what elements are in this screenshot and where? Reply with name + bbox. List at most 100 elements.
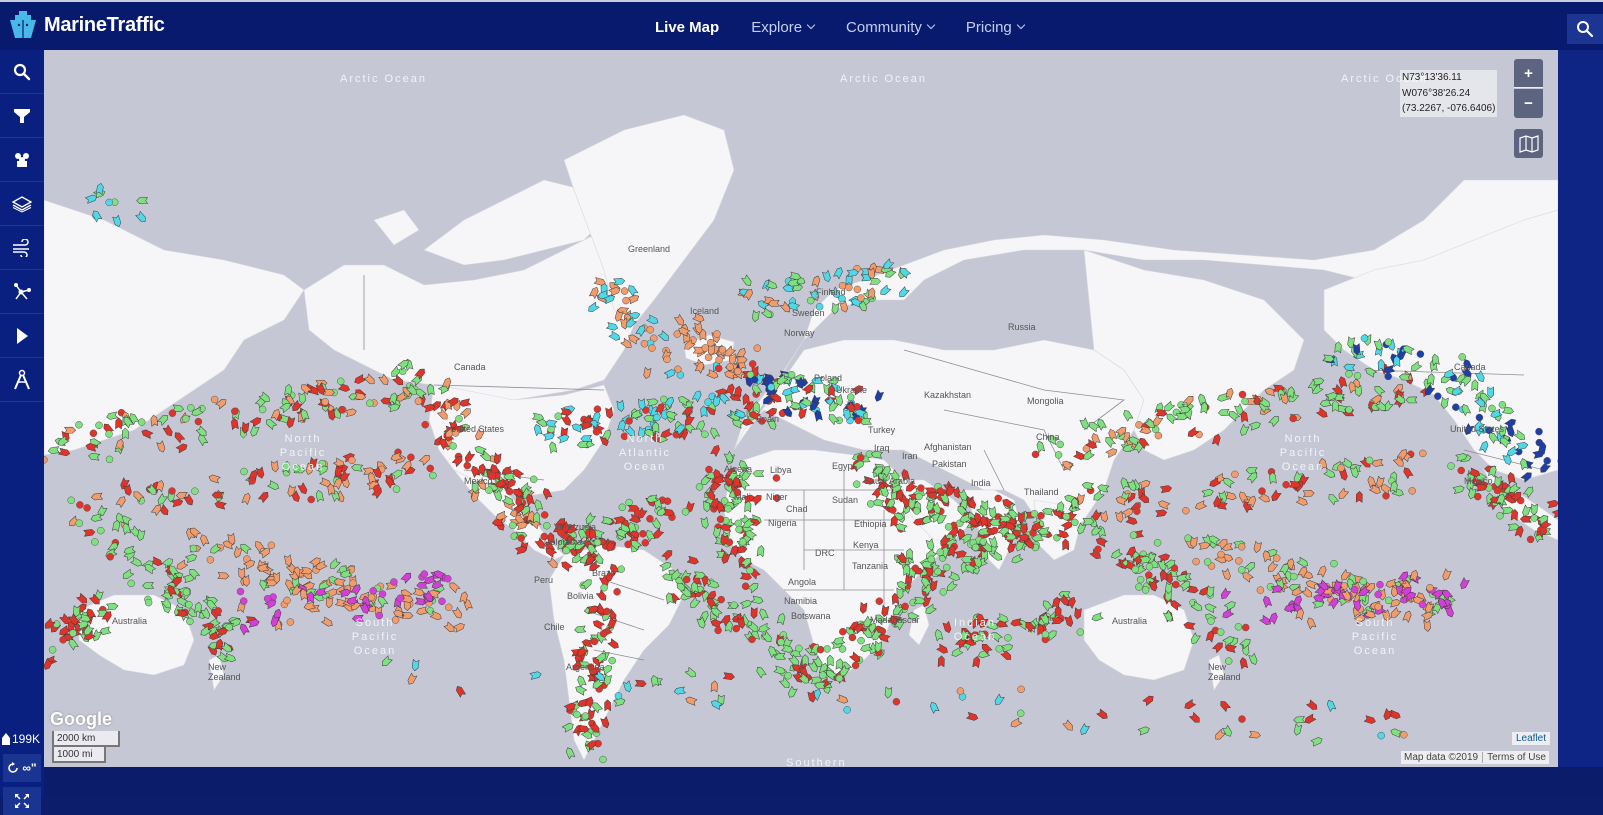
vessel-moving-marker[interactable] <box>709 426 719 439</box>
vessel-moving-marker[interactable] <box>413 588 425 597</box>
vessel-stopped-marker[interactable] <box>1017 710 1024 717</box>
vessel-moving-marker[interactable] <box>711 681 718 692</box>
vessel-moving-marker[interactable] <box>617 400 625 412</box>
vessel-stopped-marker[interactable] <box>1531 515 1538 522</box>
vessel-moving-marker[interactable] <box>662 548 674 560</box>
vessel-moving-marker[interactable] <box>1074 608 1081 620</box>
vessel-moving-marker[interactable] <box>90 514 102 522</box>
vessel-stopped-marker[interactable] <box>169 410 176 417</box>
vessel-moving-marker[interactable] <box>950 647 963 657</box>
vessel-stopped-marker[interactable] <box>53 621 60 628</box>
loop-toggle-button[interactable]: ∞" <box>3 754 41 782</box>
vessel-moving-marker[interactable] <box>812 275 821 287</box>
vessel-moving-marker[interactable] <box>1239 424 1249 436</box>
vessel-stopped-marker[interactable] <box>785 672 792 679</box>
vessel-stopped-marker[interactable] <box>647 326 654 333</box>
vessel-stopped-marker[interactable] <box>702 344 709 351</box>
vessel-moving-marker[interactable] <box>1326 699 1336 711</box>
zoom-out-button[interactable]: − <box>1514 89 1543 118</box>
sidebar-fleets-button[interactable] <box>0 138 44 182</box>
vessel-moving-marker[interactable] <box>1001 643 1013 652</box>
vessel-stopped-marker[interactable] <box>707 339 714 346</box>
vessel-moving-marker[interactable] <box>1337 488 1349 500</box>
vessel-moving-marker[interactable] <box>1204 603 1217 613</box>
vessel-stopped-marker[interactable] <box>609 657 616 664</box>
vessel-moving-marker[interactable] <box>91 493 103 500</box>
vessel-stopped-marker[interactable] <box>731 602 738 609</box>
vessel-stopped-marker[interactable] <box>1042 631 1049 638</box>
vessel-moving-marker[interactable] <box>1523 485 1534 497</box>
vessel-stopped-marker[interactable] <box>1448 463 1455 470</box>
vessel-stopped-marker[interactable] <box>1146 563 1153 570</box>
vessel-stopped-marker[interactable] <box>1361 335 1368 342</box>
vessel-stopped-marker[interactable] <box>902 603 909 610</box>
vessel-stopped-marker[interactable] <box>594 539 601 546</box>
nav-pricing[interactable]: Pricing <box>966 19 1024 36</box>
vessel-stopped-marker[interactable] <box>1452 404 1459 411</box>
sidebar-search-button[interactable] <box>0 50 44 94</box>
vessel-stopped-marker[interactable] <box>1385 373 1392 380</box>
vessel-stopped-marker[interactable] <box>853 481 860 488</box>
vessel-stopped-marker[interactable] <box>893 698 900 705</box>
vessel-stopped-marker[interactable] <box>625 541 632 548</box>
vessel-moving-marker[interactable] <box>249 425 259 437</box>
vessel-stopped-marker[interactable] <box>1499 401 1506 408</box>
vessel-stopped-marker[interactable] <box>634 510 641 517</box>
vessel-moving-marker[interactable] <box>967 712 979 721</box>
vessel-moving-marker[interactable] <box>1373 384 1385 396</box>
vessel-stopped-marker[interactable] <box>683 576 690 583</box>
vessel-stopped-marker[interactable] <box>348 457 355 464</box>
vessel-moving-marker[interactable] <box>214 501 226 510</box>
vessel-moving-marker[interactable] <box>534 499 543 511</box>
sidebar-density-button[interactable] <box>0 270 44 314</box>
map-type-button[interactable] <box>1514 129 1543 158</box>
vessel-moving-marker[interactable] <box>1316 408 1328 419</box>
vessel-moving-marker[interactable] <box>321 617 334 628</box>
nav-explore[interactable]: Explore <box>751 19 814 36</box>
vessel-moving-marker[interactable] <box>1453 485 1465 494</box>
vessel-moving-marker[interactable] <box>696 419 706 432</box>
vessel-moving-marker[interactable] <box>158 413 170 425</box>
vessel-moving-marker[interactable] <box>945 581 957 593</box>
vessel-stopped-marker[interactable] <box>736 526 743 533</box>
vessel-stopped-marker[interactable] <box>642 539 649 546</box>
vessel-stopped-marker[interactable] <box>749 360 756 367</box>
vessel-stopped-marker[interactable] <box>733 625 740 632</box>
vessel-moving-marker[interactable] <box>363 467 374 474</box>
vessel-moving-marker[interactable] <box>124 484 133 496</box>
vessel-stopped-marker[interactable] <box>1434 393 1441 400</box>
vessel-stopped-marker[interactable] <box>913 507 920 514</box>
vessel-moving-marker[interactable] <box>758 608 768 620</box>
vessel-moving-marker[interactable] <box>298 483 309 496</box>
vessel-moving-marker[interactable] <box>1249 421 1261 430</box>
vessel-stopped-marker[interactable] <box>600 756 607 763</box>
vessel-stopped-marker[interactable] <box>1385 339 1392 346</box>
vessel-stopped-marker[interactable] <box>1155 432 1162 439</box>
vessel-moving-marker[interactable] <box>710 619 722 628</box>
vessel-stopped-marker[interactable] <box>742 583 749 590</box>
vessel-stopped-marker[interactable] <box>591 638 598 645</box>
vessel-stopped-marker[interactable] <box>721 498 728 505</box>
vessel-stopped-marker[interactable] <box>1458 467 1465 474</box>
vessel-stopped-marker[interactable] <box>1419 601 1426 608</box>
vessel-moving-marker[interactable] <box>530 671 542 679</box>
vessel-moving-marker[interactable] <box>175 560 188 571</box>
vessel-stopped-marker[interactable] <box>1345 370 1352 377</box>
vessel-stopped-marker[interactable] <box>421 571 428 578</box>
vessel-stopped-marker[interactable] <box>858 637 865 644</box>
vessel-stopped-marker[interactable] <box>594 406 601 413</box>
vessel-stopped-marker[interactable] <box>1185 535 1192 542</box>
nav-live-map[interactable]: Live Map <box>655 19 719 36</box>
vessel-moving-marker[interactable] <box>1320 399 1332 407</box>
vessel-stopped-marker[interactable] <box>264 595 271 602</box>
vessel-moving-marker[interactable] <box>937 644 950 655</box>
vessel-moving-marker[interactable] <box>1311 736 1323 746</box>
vessel-moving-marker[interactable] <box>1219 699 1231 711</box>
vessel-stopped-marker[interactable] <box>1354 372 1361 379</box>
vessel-stopped-marker[interactable] <box>1239 391 1246 398</box>
vessel-stopped-marker[interactable] <box>284 597 291 604</box>
vessel-moving-marker[interactable] <box>533 512 540 523</box>
vessel-moving-marker[interactable] <box>315 490 323 502</box>
vessel-moving-marker[interactable] <box>1176 574 1188 582</box>
sidebar-measure-button[interactable] <box>0 358 44 402</box>
